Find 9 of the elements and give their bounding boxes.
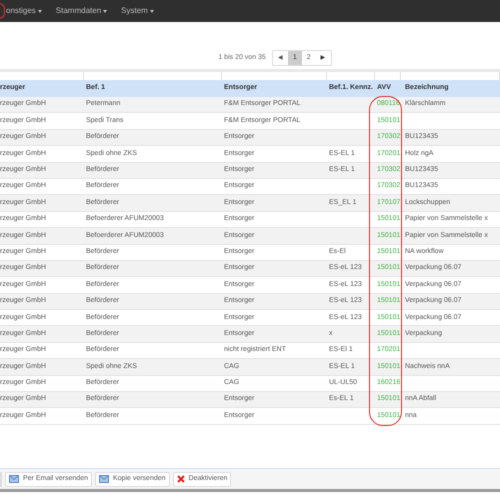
envelope-icon [9,475,19,483]
close-icon [176,475,185,483]
caret-icon [103,10,108,12]
caret-icon [150,10,154,12]
envelope-icon [98,475,109,483]
caret-icon [38,10,42,12]
nav-menu-item[interactable]: Stammdaten [56,5,108,17]
nav-menu-item[interactable]: onstiges [6,5,42,17]
nav-menu-item[interactable]: System [121,5,154,17]
